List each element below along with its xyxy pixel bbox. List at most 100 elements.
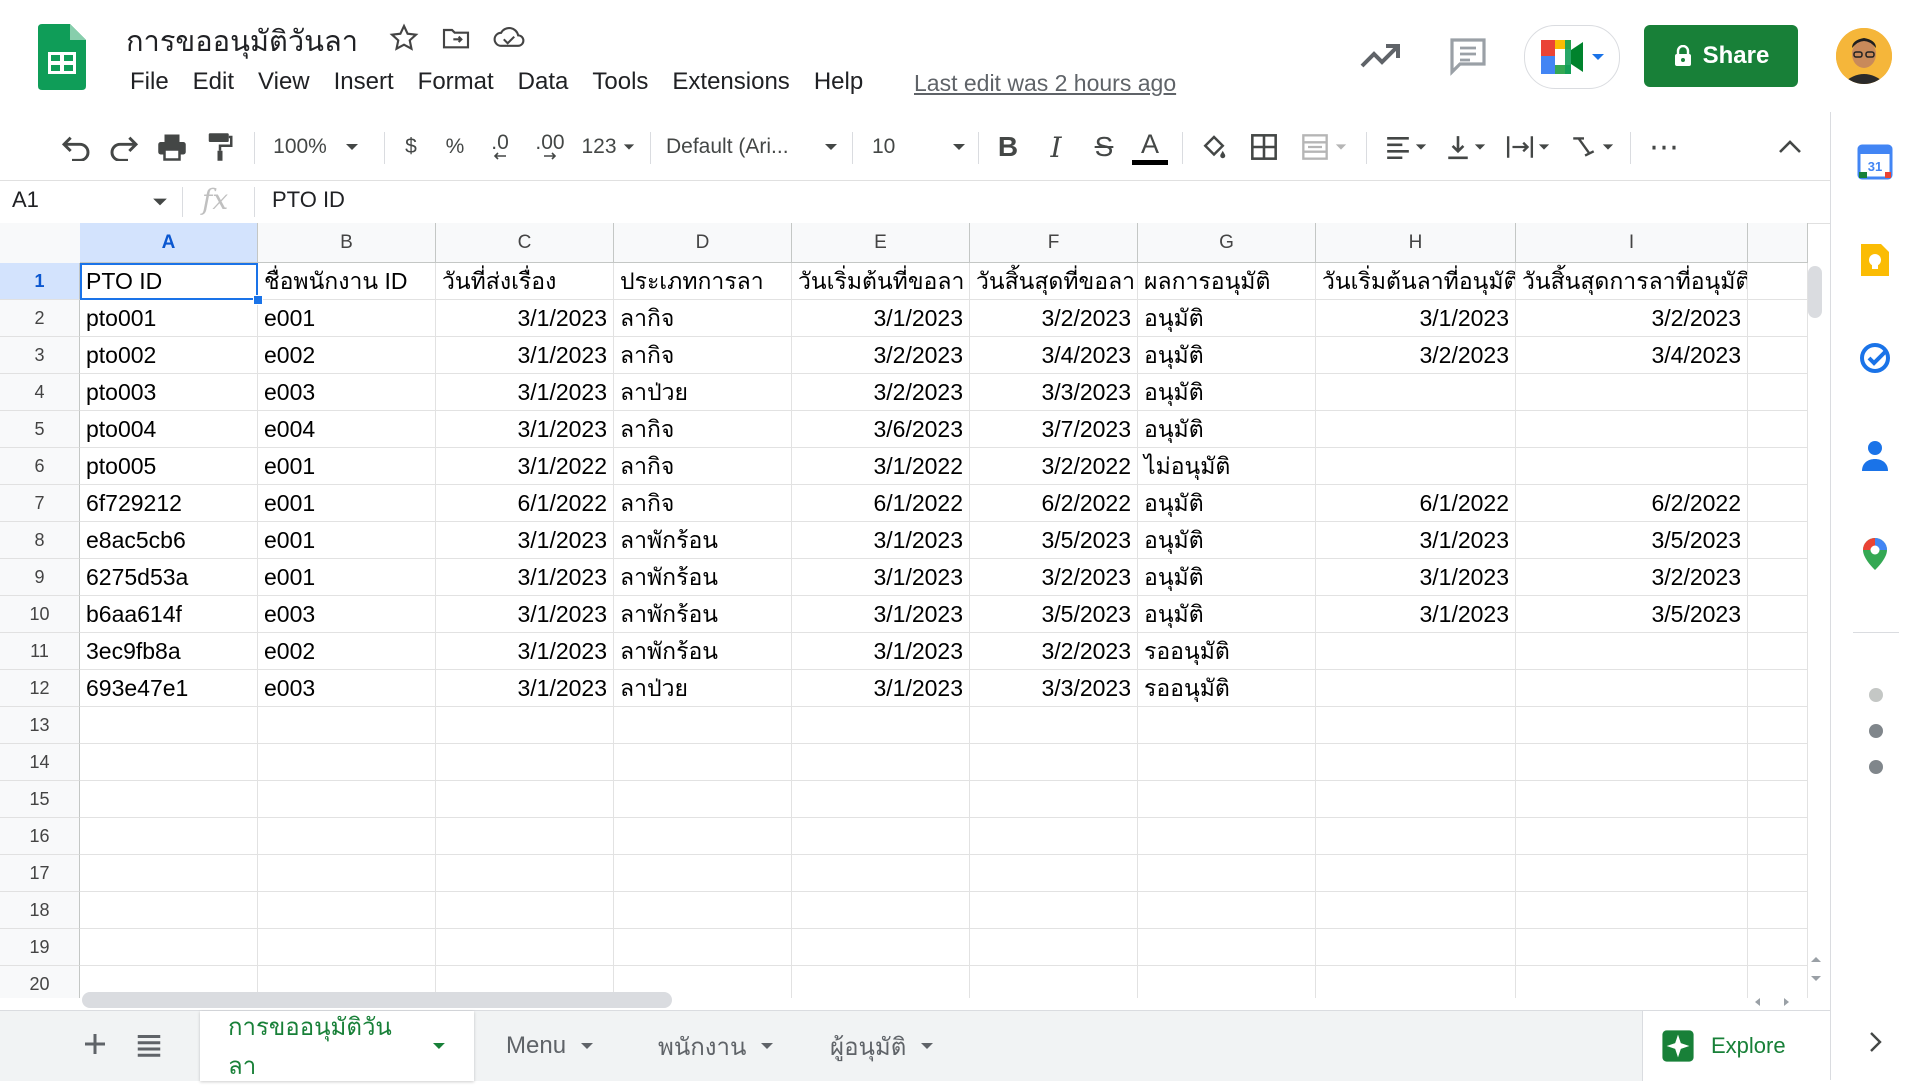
table-cell[interactable]: 3/1/2023: [792, 670, 970, 707]
column-header-f[interactable]: F: [970, 223, 1138, 263]
table-cell[interactable]: [1316, 448, 1516, 485]
last-edit-link[interactable]: Last edit was 2 hours ago: [914, 70, 1176, 97]
more-formats-select[interactable]: 123: [578, 124, 638, 170]
table-cell[interactable]: [1516, 781, 1748, 818]
row-header[interactable]: 15: [0, 781, 80, 818]
column-header-d[interactable]: D: [614, 223, 792, 263]
row-header[interactable]: 19: [0, 929, 80, 966]
table-cell[interactable]: อนุมัติ: [1138, 374, 1316, 411]
table-cell[interactable]: [1516, 744, 1748, 781]
table-cell[interactable]: [1748, 929, 1808, 966]
sheets-logo-icon[interactable]: [38, 24, 86, 90]
row-header[interactable]: 10: [0, 596, 80, 633]
table-cell[interactable]: อนุมัติ: [1138, 411, 1316, 448]
table-cell[interactable]: ลาป่วย: [614, 374, 792, 411]
table-cell[interactable]: 3/2/2022: [970, 448, 1138, 485]
table-cell[interactable]: 3/3/2023: [970, 670, 1138, 707]
menu-tools[interactable]: Tools: [580, 66, 660, 102]
table-cell[interactable]: 3/2/2023: [970, 300, 1138, 337]
row-header[interactable]: 13: [0, 707, 80, 744]
column-header-g[interactable]: G: [1138, 223, 1316, 263]
sheet-tab-approvers[interactable]: ผู้อนุมัติ: [802, 1011, 978, 1081]
table-cell[interactable]: [1316, 707, 1516, 744]
activity-trend-icon[interactable]: [1356, 32, 1404, 80]
table-cell[interactable]: [792, 818, 970, 855]
row-header[interactable]: 4: [0, 374, 80, 411]
table-cell[interactable]: pto003: [80, 374, 258, 411]
table-cell[interactable]: [1516, 411, 1748, 448]
table-cell[interactable]: 3/5/2023: [1516, 522, 1748, 559]
table-cell[interactable]: ลากิจ: [614, 448, 792, 485]
vertical-align-icon[interactable]: [1440, 124, 1492, 170]
table-cell[interactable]: [1748, 337, 1808, 374]
header-cell[interactable]: วันที่ส่งเรื่อง: [436, 263, 614, 300]
print-icon[interactable]: [152, 124, 192, 170]
table-cell[interactable]: 3/1/2023: [436, 374, 614, 411]
header-cell[interactable]: ชื่อพนักงาน ID: [258, 263, 436, 300]
table-cell[interactable]: 3/2/2023: [792, 374, 970, 411]
decrease-decimal-button[interactable]: .0: [484, 124, 516, 170]
table-cell[interactable]: 3/1/2023: [792, 559, 970, 596]
table-cell[interactable]: [1748, 374, 1808, 411]
table-cell[interactable]: [80, 707, 258, 744]
table-cell[interactable]: [1316, 374, 1516, 411]
column-header-e[interactable]: E: [792, 223, 970, 263]
table-cell[interactable]: 3/1/2023: [436, 559, 614, 596]
table-cell[interactable]: [436, 818, 614, 855]
table-cell[interactable]: 3/1/2023: [1316, 300, 1516, 337]
table-cell[interactable]: [1316, 892, 1516, 929]
table-cell[interactable]: รออนุมัติ: [1138, 670, 1316, 707]
table-cell[interactable]: [792, 744, 970, 781]
row-header[interactable]: 16: [0, 818, 80, 855]
header-cell[interactable]: PTO ID: [80, 263, 258, 300]
table-cell[interactable]: [436, 781, 614, 818]
text-wrapping-icon[interactable]: [1500, 124, 1556, 170]
table-cell[interactable]: 3/1/2023: [436, 522, 614, 559]
table-cell[interactable]: [970, 855, 1138, 892]
table-cell[interactable]: 3/1/2023: [792, 596, 970, 633]
table-cell[interactable]: [1748, 596, 1808, 633]
table-cell[interactable]: [1516, 892, 1748, 929]
borders-icon[interactable]: [1244, 124, 1284, 170]
table-cell[interactable]: [258, 929, 436, 966]
move-folder-icon[interactable]: [440, 22, 472, 54]
sheet-tab-menu[interactable]: Menu: [478, 1011, 626, 1081]
table-cell[interactable]: 3ec9fb8a: [80, 633, 258, 670]
table-cell[interactable]: ไม่อนุมัติ: [1138, 448, 1316, 485]
table-cell[interactable]: 3/1/2023: [792, 300, 970, 337]
table-cell[interactable]: pto004: [80, 411, 258, 448]
chevron-right-icon[interactable]: [1853, 1020, 1897, 1064]
row-header[interactable]: 20: [0, 966, 80, 998]
comments-icon[interactable]: [1444, 32, 1492, 80]
table-cell[interactable]: ลากิจ: [614, 411, 792, 448]
table-cell[interactable]: [1316, 633, 1516, 670]
table-cell[interactable]: 3/1/2022: [436, 448, 614, 485]
table-cell[interactable]: 3/1/2023: [792, 522, 970, 559]
table-cell[interactable]: 3/1/2022: [792, 448, 970, 485]
table-cell[interactable]: [80, 929, 258, 966]
row-header[interactable]: 12: [0, 670, 80, 707]
redo-icon[interactable]: [104, 124, 144, 170]
vertical-scrollbar[interactable]: [1808, 263, 1824, 983]
table-cell[interactable]: [1316, 781, 1516, 818]
table-cell[interactable]: อนุมัติ: [1138, 337, 1316, 374]
table-cell[interactable]: [1316, 744, 1516, 781]
italic-button[interactable]: I: [1036, 124, 1076, 170]
table-cell[interactable]: 3/4/2023: [1516, 337, 1748, 374]
table-cell[interactable]: pto001: [80, 300, 258, 337]
horizontal-align-icon[interactable]: [1380, 124, 1432, 170]
table-cell[interactable]: 6/1/2022: [792, 485, 970, 522]
table-cell[interactable]: 693e47e1: [80, 670, 258, 707]
table-cell[interactable]: 6/1/2022: [1316, 485, 1516, 522]
table-cell[interactable]: [1748, 781, 1808, 818]
table-cell[interactable]: [1138, 707, 1316, 744]
table-cell[interactable]: ลากิจ: [614, 337, 792, 374]
table-cell[interactable]: e8ac5cb6: [80, 522, 258, 559]
table-cell[interactable]: [1516, 818, 1748, 855]
table-cell[interactable]: b6aa614f: [80, 596, 258, 633]
table-cell[interactable]: [614, 744, 792, 781]
more-options-button[interactable]: ⋯: [1644, 124, 1684, 170]
sheet-tab-employees[interactable]: พนักงาน: [630, 1011, 806, 1081]
table-cell[interactable]: [1316, 855, 1516, 892]
share-button[interactable]: Share: [1644, 25, 1798, 87]
